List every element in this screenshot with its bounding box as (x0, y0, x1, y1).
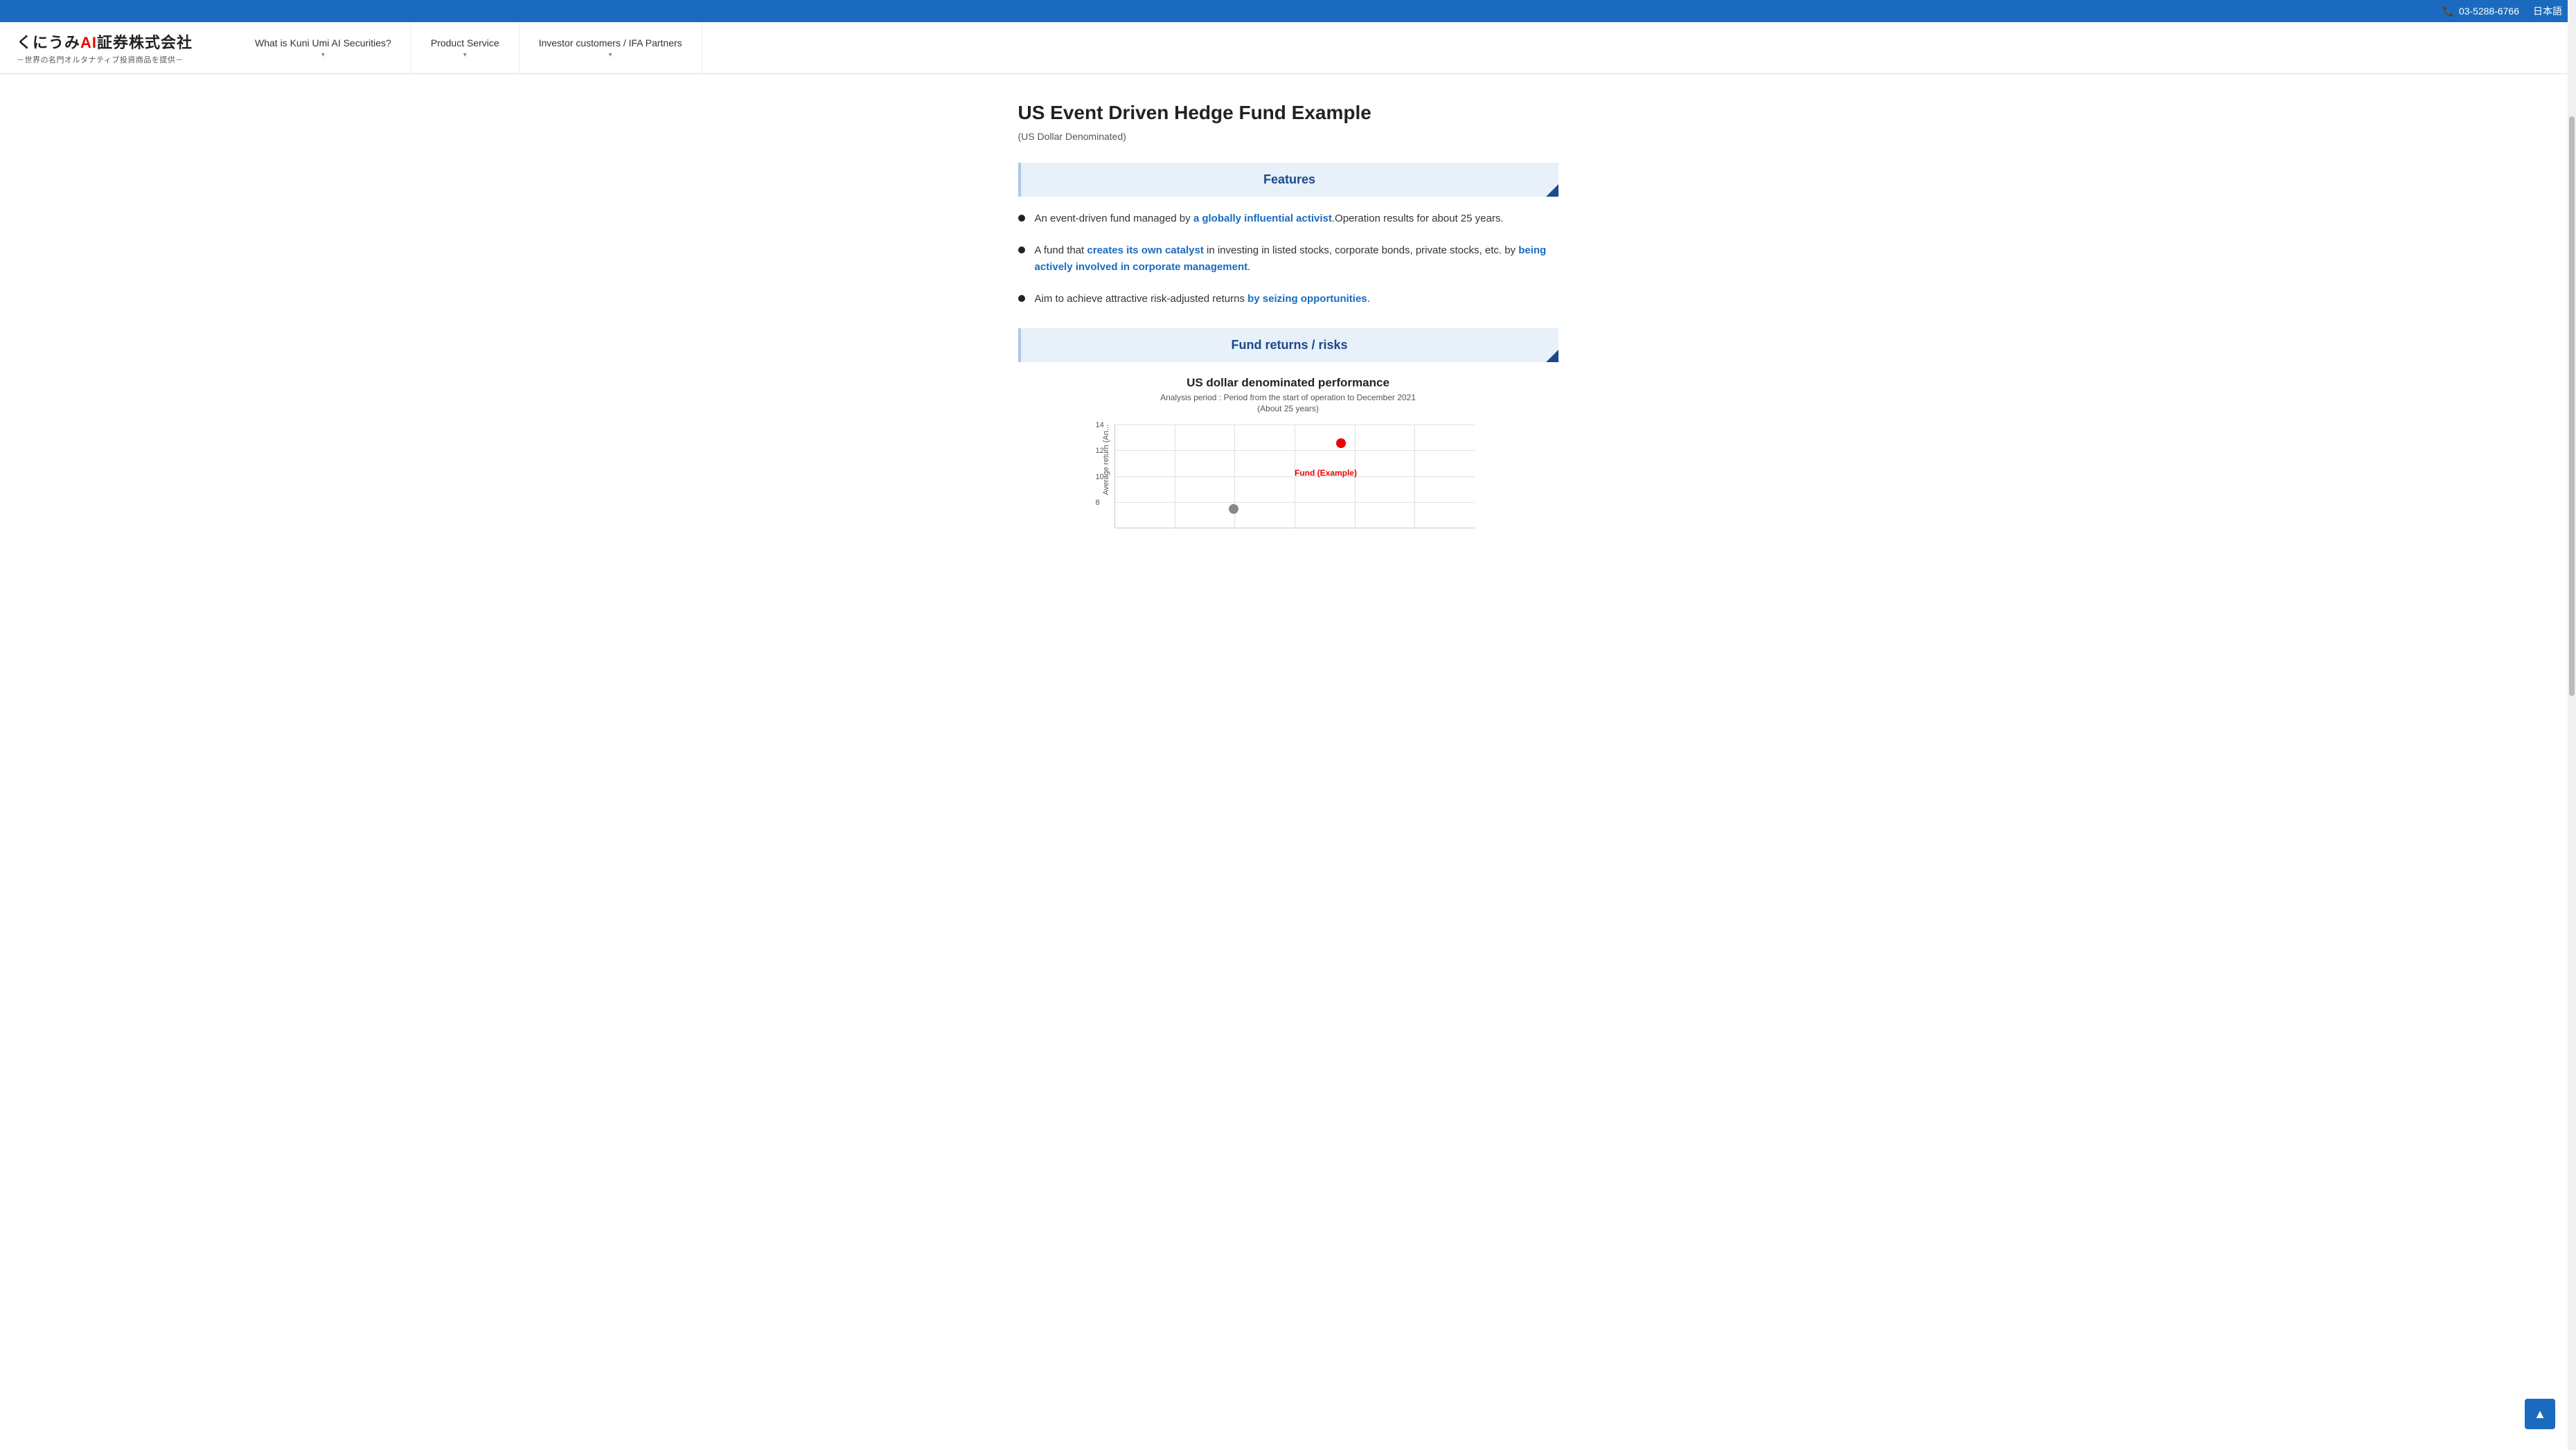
activist-link[interactable]: a globally influential activist (1193, 213, 1332, 224)
header: くにうみAI証券株式会社 －世界の名門オルタナティブ投資商品を提供－ What … (0, 22, 2576, 74)
scrollbar[interactable] (2568, 0, 2576, 1450)
bullet-dot (1018, 215, 1025, 222)
logo-area: くにうみAI証券株式会社 －世界の名門オルタナティブ投資商品を提供－ (0, 22, 236, 73)
chart-subtitle: Analysis period : Period from the start … (1018, 393, 1558, 402)
fund-returns-section-header: Fund returns / risks (1018, 328, 1558, 362)
nav-label-investor: Investor customers / IFA Partners (539, 37, 682, 48)
scrollbar-thumb[interactable] (2569, 116, 2575, 697)
logo-part2: 証券株式会社 (97, 34, 193, 51)
bullet-dot (1018, 247, 1025, 253)
y-value: 14 (1096, 421, 1104, 429)
scroll-top-button[interactable]: ▲ (2525, 1399, 2555, 1429)
list-item: Aim to achieve attractive risk-adjusted … (1018, 291, 1558, 307)
list-item: A fund that creates its own catalyst in … (1018, 242, 1558, 276)
gray-dot (1229, 504, 1238, 514)
logo-subtitle: －世界の名門オルタナティブ投資商品を提供－ (17, 54, 219, 65)
seizing-link[interactable]: by seizing opportunities (1247, 293, 1367, 305)
list-item: An event-driven fund managed by a global… (1018, 211, 1558, 227)
fund-example-label: Fund (Example) (1295, 468, 1357, 478)
chart-period: (About 25 years) (1018, 404, 1558, 413)
main-content: US Event Driven Hedge Fund Example (US D… (1004, 74, 1572, 570)
nav-item-what-is[interactable]: What is Kuni Umi AI Securities? ▾ (236, 22, 411, 73)
main-nav: What is Kuni Umi AI Securities? ▾ Produc… (236, 22, 2576, 73)
fund-example-dot (1336, 438, 1346, 448)
features-section-header: Features (1018, 163, 1558, 197)
bullet-dot (1018, 295, 1025, 302)
page-subtitle: (US Dollar Denominated) (1018, 131, 1558, 142)
top-bar: 📞 03-5288-6766 日本語 (0, 0, 2576, 22)
y-value: 8 (1096, 499, 1100, 507)
y-axis-label: Average return (An... (1102, 424, 1110, 502)
phone-number: 📞 03-5288-6766 (2442, 6, 2519, 17)
feature-text-3: Aim to achieve attractive risk-adjusted … (1035, 291, 1370, 307)
nav-item-investor[interactable]: Investor customers / IFA Partners ▾ (519, 22, 702, 73)
logo-part1: くにうみ (17, 34, 80, 51)
arrow-up-icon: ▲ (2534, 1407, 2546, 1422)
chart-container: US dollar denominated performance Analys… (1018, 376, 1558, 528)
feature-text-1: An event-driven fund managed by a global… (1035, 211, 1504, 227)
catalyst-link[interactable]: creates its own catalyst (1087, 244, 1203, 256)
chart-wrap: Average return (An... 14 12 10 8 (1018, 424, 1558, 528)
v-grid-line (1414, 424, 1415, 528)
nav-item-product-service[interactable]: Product Service ▾ (411, 22, 519, 73)
y-value: 12 (1096, 447, 1104, 455)
logo-ai: AI (80, 34, 97, 51)
y-value: 10 (1096, 473, 1104, 481)
chart-title: US dollar denominated performance (1018, 376, 1558, 390)
chevron-down-icon: ▾ (609, 51, 612, 59)
language-switcher[interactable]: 日本語 (2533, 4, 2562, 18)
corner-arrow-icon (1546, 350, 1558, 362)
page-title: US Event Driven Hedge Fund Example (1018, 102, 1558, 124)
chevron-down-icon: ▾ (321, 51, 325, 59)
nav-label-what-is: What is Kuni Umi AI Securities? (255, 37, 391, 48)
feature-text-2: A fund that creates its own catalyst in … (1035, 242, 1558, 276)
chart-area: 14 12 10 8 (1114, 424, 1475, 528)
feature-list: An event-driven fund managed by a global… (1018, 211, 1558, 307)
corner-arrow-icon (1546, 184, 1558, 197)
phone-icon: 📞 (2442, 6, 2454, 17)
chevron-down-icon: ▾ (463, 51, 467, 59)
nav-label-product-service: Product Service (431, 37, 499, 48)
logo-text: くにうみAI証券株式会社 (17, 30, 219, 53)
